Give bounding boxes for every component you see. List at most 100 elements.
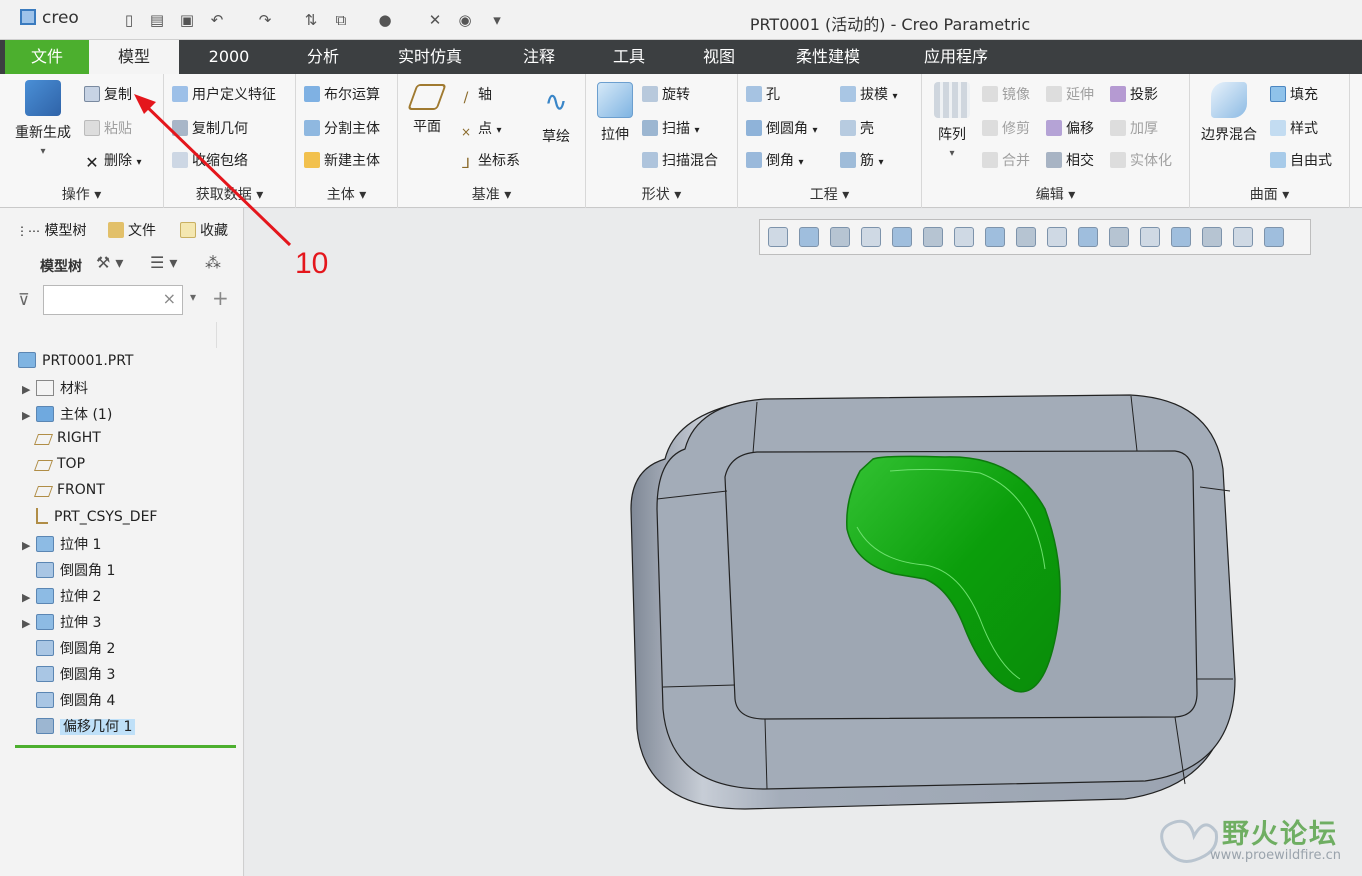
- graphics-window[interactable]: [245, 209, 1362, 876]
- tab-model[interactable]: 模型: [89, 40, 179, 74]
- expand-arrow-icon[interactable]: ▶: [22, 409, 36, 422]
- tab-model-tree[interactable]: ⋮⋯ 模型树: [16, 220, 86, 240]
- save-icon[interactable]: ▣: [178, 11, 196, 29]
- windows-icon[interactable]: ⧉: [332, 11, 350, 29]
- axis-display-icon[interactable]: [1171, 227, 1191, 247]
- revolve-button[interactable]: 旋转: [642, 84, 690, 104]
- group-label-engineering[interactable]: 工程 ▾: [738, 184, 921, 204]
- thicken-button[interactable]: 加厚: [1110, 118, 1158, 138]
- tree-search-input[interactable]: ×: [43, 285, 183, 315]
- rib-button[interactable]: 筋 ▾: [840, 150, 883, 170]
- zoom-in-icon[interactable]: [799, 227, 819, 247]
- tree-item[interactable]: ▶ 材料: [22, 378, 88, 398]
- tab-tools[interactable]: 工具: [584, 40, 674, 74]
- tab-applications[interactable]: 应用程序: [896, 40, 1016, 74]
- tree-item[interactable]: TOP: [22, 456, 85, 472]
- annotation-display-icon[interactable]: [1047, 227, 1067, 247]
- view-manager-icon[interactable]: [985, 227, 1005, 247]
- tab-view[interactable]: 视图: [674, 40, 764, 74]
- group-label-editing[interactable]: 编辑 ▾: [922, 184, 1189, 204]
- tree-item[interactable]: FRONT: [22, 482, 105, 498]
- appearance-icon[interactable]: ◉: [456, 11, 474, 29]
- clear-search-icon[interactable]: ×: [163, 289, 176, 308]
- tree-item[interactable]: ▶ 拉伸 2: [22, 586, 101, 606]
- tree-item[interactable]: 倒圆角 4: [22, 690, 115, 710]
- sketch-button[interactable]: ∿ 草绘: [534, 84, 578, 146]
- zoom-out-icon[interactable]: [830, 227, 850, 247]
- plane-button[interactable]: 平面: [404, 84, 450, 136]
- tree-item[interactable]: 倒圆角 1: [22, 560, 115, 580]
- tree-item[interactable]: 偏移几何 1: [22, 716, 136, 736]
- tree-item[interactable]: ▶ 主体 (1): [22, 404, 112, 424]
- customize-dropdown-icon[interactable]: ▾: [488, 11, 506, 29]
- axis-button[interactable]: / 轴: [458, 84, 492, 106]
- model-view[interactable]: [245, 209, 1362, 876]
- merge-button[interactable]: 合并: [982, 150, 1030, 170]
- csys-button[interactable]: ⅃ 坐标系: [458, 150, 520, 172]
- tree-item[interactable]: 倒圆角 3: [22, 664, 115, 684]
- group-label-shapes[interactable]: 形状 ▾: [586, 184, 737, 204]
- new-file-icon[interactable]: ▯: [120, 11, 138, 29]
- display-style-icon[interactable]: [923, 227, 943, 247]
- shell-button[interactable]: 壳: [840, 118, 874, 138]
- trim-button[interactable]: 修剪: [982, 118, 1030, 138]
- expand-arrow-icon[interactable]: ▶: [22, 383, 36, 396]
- expand-arrow-icon[interactable]: ▶: [22, 591, 36, 604]
- open-folder-icon[interactable]: ▤: [148, 11, 166, 29]
- tab-simulation[interactable]: 实时仿真: [380, 40, 480, 74]
- pause-icon[interactable]: [1233, 227, 1253, 247]
- filter-icon[interactable]: ⊽: [18, 290, 30, 309]
- csys-display-icon[interactable]: [1140, 227, 1160, 247]
- saved-views-icon[interactable]: [954, 227, 974, 247]
- group-label-datum[interactable]: 基准 ▾: [398, 184, 585, 204]
- tab-flexible-modeling[interactable]: 柔性建模: [770, 40, 886, 74]
- boundary-blend-button[interactable]: 边界混合: [1196, 82, 1262, 144]
- tab-2000[interactable]: 2000: [184, 40, 274, 74]
- project-button[interactable]: 投影: [1110, 84, 1158, 104]
- solidify-button[interactable]: 实体化: [1110, 150, 1172, 170]
- tree-item[interactable]: 倒圆角 2: [22, 638, 115, 658]
- tab-annotate[interactable]: 注释: [494, 40, 584, 74]
- add-filter-icon[interactable]: +: [212, 286, 229, 310]
- draft-button[interactable]: 拔模 ▾: [840, 84, 897, 104]
- offset-button[interactable]: 偏移: [1046, 118, 1094, 138]
- regenerate-icon[interactable]: ⇅: [302, 11, 320, 29]
- point-button[interactable]: × 点 ▾: [458, 118, 502, 141]
- repaint-icon[interactable]: [861, 227, 881, 247]
- search-options-icon[interactable]: ▾: [190, 290, 196, 304]
- refit-icon[interactable]: [768, 227, 788, 247]
- group-label-surfaces[interactable]: 曲面 ▾: [1190, 184, 1349, 204]
- insert-indicator[interactable]: [15, 745, 236, 748]
- undo-icon[interactable]: ↶: [208, 11, 226, 29]
- datum-display-icon[interactable]: [1078, 227, 1098, 247]
- chamfer-button[interactable]: 倒角 ▾: [746, 150, 803, 170]
- sphere-icon[interactable]: ●: [376, 11, 394, 29]
- perspective-icon[interactable]: [892, 227, 912, 247]
- extend-button[interactable]: 延伸: [1046, 84, 1094, 104]
- expand-arrow-icon[interactable]: ▶: [22, 617, 36, 630]
- tree-item[interactable]: ▶ 拉伸 3: [22, 612, 101, 632]
- tree-item[interactable]: PRT_CSYS_DEF: [22, 508, 157, 525]
- section-icon[interactable]: [1016, 227, 1036, 247]
- fill-button[interactable]: 填充: [1270, 84, 1318, 104]
- extrude-button[interactable]: 拉伸: [592, 82, 638, 144]
- close-window-icon[interactable]: ✕: [426, 11, 444, 29]
- style-button[interactable]: 样式: [1270, 118, 1318, 138]
- redo-icon[interactable]: ↷: [256, 11, 274, 29]
- tab-file[interactable]: 文件: [5, 40, 89, 74]
- mirror-button[interactable]: 镜像: [982, 84, 1030, 104]
- sweep-button[interactable]: 扫描 ▾: [642, 118, 699, 138]
- tab-analysis[interactable]: 分析: [278, 40, 368, 74]
- plane-display-icon[interactable]: [1109, 227, 1129, 247]
- appearance-gallery-icon[interactable]: [1264, 227, 1284, 247]
- tree-item[interactable]: PRT0001.PRT: [18, 352, 134, 369]
- tree-item[interactable]: RIGHT: [22, 430, 101, 446]
- hole-button[interactable]: 孔: [746, 84, 780, 104]
- intersect-button[interactable]: 相交: [1046, 150, 1094, 170]
- expand-arrow-icon[interactable]: ▶: [22, 539, 36, 552]
- regenerate-button[interactable]: 重新生成 ▾: [10, 80, 76, 158]
- pattern-button[interactable]: 阵列 ▾: [930, 82, 974, 160]
- swept-blend-button[interactable]: 扫描混合: [642, 150, 718, 170]
- round-button[interactable]: 倒圆角 ▾: [746, 118, 817, 138]
- freestyle-button[interactable]: 自由式: [1270, 150, 1332, 170]
